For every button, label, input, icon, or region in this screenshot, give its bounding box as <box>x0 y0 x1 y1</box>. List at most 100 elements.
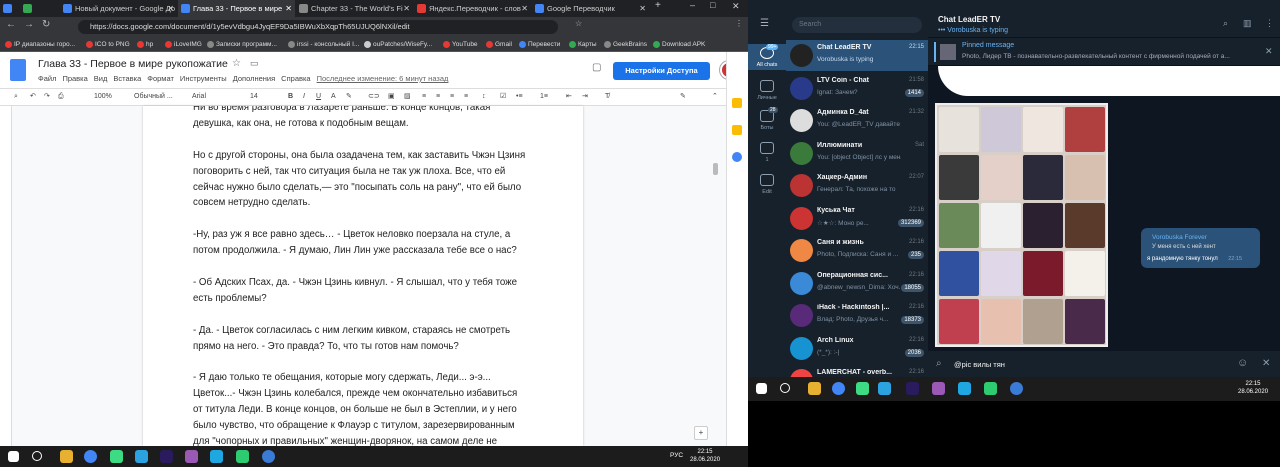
last-edit-link[interactable]: Последнее изменение: 6 минут назад <box>317 74 449 83</box>
justify-icon[interactable]: ≡ <box>464 89 468 105</box>
document-title[interactable]: Глава 33 - Первое в мире рукопожатие <box>38 58 228 70</box>
tab-0[interactable] <box>0 0 20 17</box>
bookmark-3[interactable]: iLoveIMG <box>164 37 202 52</box>
search-icon[interactable] <box>780 383 790 393</box>
edit-mode-icon[interactable]: ✎ <box>680 89 686 105</box>
telegram-icon[interactable] <box>878 382 891 395</box>
clock[interactable]: 22:15 28.06.2020 <box>690 448 720 464</box>
bookmark-7[interactable]: YouTube <box>442 37 478 52</box>
bookmark-11[interactable]: GeekBrains <box>603 37 647 52</box>
bookmark-5[interactable]: irssi - консольный I... <box>287 37 359 52</box>
inline-result-thumbnail[interactable] <box>981 203 1021 248</box>
chat-item[interactable]: Админка D_4at You: @LeadER_TV давайте ...… <box>786 105 928 136</box>
clear-format-icon[interactable]: T̸ <box>605 89 609 105</box>
explorer-icon[interactable] <box>60 450 73 463</box>
inline-result-thumbnail[interactable] <box>939 299 979 344</box>
inline-result-thumbnail[interactable] <box>1065 155 1105 200</box>
keep-icon[interactable] <box>732 125 742 135</box>
italic-icon[interactable]: I <box>303 89 305 105</box>
comment-icon[interactable]: ▢ <box>592 62 601 73</box>
bookmark-0[interactable]: IP диапазоны горо... <box>4 37 75 52</box>
align-left-icon[interactable]: ≡ <box>422 89 426 105</box>
inline-result-thumbnail[interactable] <box>1023 299 1063 344</box>
app-icon[interactable] <box>185 450 198 463</box>
bookmark-10[interactable]: Карты <box>568 37 597 52</box>
windows-start-icon[interactable] <box>756 383 767 394</box>
zoom-select[interactable]: 100% <box>94 89 112 105</box>
photo-message[interactable] <box>938 66 1280 96</box>
collapse-icon[interactable]: ⌃ <box>712 89 718 105</box>
app-icon[interactable] <box>1010 382 1023 395</box>
app-icon[interactable] <box>236 450 249 463</box>
text-color-icon[interactable]: A <box>331 89 336 105</box>
premiere-icon[interactable] <box>160 450 173 463</box>
bookmark-12[interactable]: Download APK <box>652 37 705 52</box>
maximize-button[interactable]: □ <box>710 0 715 10</box>
app-icon[interactable] <box>262 450 275 463</box>
chrome-icon[interactable] <box>84 450 97 463</box>
tab-4[interactable]: Chapter 33 - The World's Fi ✕ <box>296 0 413 17</box>
bold-icon[interactable]: B <box>288 89 293 105</box>
app-icon[interactable] <box>958 382 971 395</box>
numbered-list-icon[interactable]: 1≡ <box>540 89 548 105</box>
tab-3[interactable]: Глава 33 - Первое в мире ✕ <box>178 0 295 17</box>
align-right-icon[interactable]: ≡ <box>450 89 454 105</box>
search-icon[interactable] <box>32 451 42 461</box>
app-icon[interactable] <box>984 382 997 395</box>
indent-decrease-icon[interactable]: ⇤ <box>566 89 572 105</box>
chat-title[interactable]: Chat LeadER TV <box>938 15 1000 24</box>
inline-result-thumbnail[interactable] <box>1023 155 1063 200</box>
bookmark-2[interactable]: hp <box>136 37 153 52</box>
folder-icon[interactable]: ▭ <box>250 58 259 69</box>
menu-help[interactable]: Справка <box>281 74 310 83</box>
inline-result-thumbnail[interactable] <box>1065 299 1105 344</box>
folder-personal[interactable]: Личные <box>748 80 786 101</box>
close-icon[interactable]: ✕ <box>285 0 292 17</box>
close-icon[interactable]: ✕ <box>1262 358 1270 369</box>
bookmark-4[interactable]: Записки программ... <box>206 37 277 52</box>
scrollbar-thumb[interactable] <box>713 163 718 175</box>
menu-view[interactable]: Вид <box>94 74 108 83</box>
highlight-icon[interactable]: ✎ <box>346 89 352 105</box>
bookmark-6[interactable]: ouPatches/WiseFy... <box>363 37 432 52</box>
inline-result-thumbnail[interactable] <box>981 155 1021 200</box>
inline-result-thumbnail[interactable] <box>1065 251 1105 296</box>
tasks-icon[interactable] <box>732 152 742 162</box>
inline-result-thumbnail[interactable] <box>1023 107 1063 152</box>
inline-result-thumbnail[interactable] <box>1023 203 1063 248</box>
minimize-button[interactable]: – <box>690 0 695 10</box>
chat-item[interactable]: LTV Coin - Chat Ignat: Зачем? 21:58 1414 <box>786 73 928 104</box>
inline-result-thumbnail[interactable] <box>981 251 1021 296</box>
menu-addons[interactable]: Дополнения <box>233 74 275 83</box>
bookmark-8[interactable]: Gmail <box>485 37 512 52</box>
close-icon[interactable]: ✕ <box>167 0 174 17</box>
inline-result-thumbnail[interactable] <box>1065 203 1105 248</box>
print-icon[interactable]: ⎙ <box>58 89 64 105</box>
app-icon[interactable] <box>932 382 945 395</box>
menu-tools[interactable]: Инструменты <box>180 74 227 83</box>
search-menus-icon[interactable]: ⌕ <box>14 89 18 105</box>
sidebar-toggle-icon[interactable]: ▥ <box>1243 18 1252 29</box>
inline-result-thumbnail[interactable] <box>1065 107 1105 152</box>
menu-edit[interactable]: Правка <box>62 74 87 83</box>
document-body[interactable]: Ни во время разговора в Лазарете раньше.… <box>193 106 528 446</box>
inline-result-thumbnail[interactable] <box>939 107 979 152</box>
explore-button[interactable]: + <box>694 426 708 440</box>
chat-item[interactable]: Иллюминати You: [object Object] лс у меня… <box>786 138 928 169</box>
align-center-icon[interactable]: ≡ <box>436 89 440 105</box>
close-icon[interactable]: ✕ <box>1265 46 1273 57</box>
calendar-icon[interactable] <box>732 98 742 108</box>
inline-result-thumbnail[interactable] <box>981 299 1021 344</box>
bullet-list-icon[interactable]: •≡ <box>516 89 523 105</box>
docs-logo-icon[interactable] <box>10 59 26 81</box>
star-icon[interactable]: ☆ <box>575 19 582 28</box>
clock[interactable]: 22:15 28.06.2020 <box>1238 380 1268 396</box>
folder-bots[interactable]: Боты 28 <box>748 107 786 131</box>
menu-icon[interactable]: ⋮ <box>735 19 743 28</box>
inline-result-thumbnail[interactable] <box>939 203 979 248</box>
link-icon[interactable]: ⊂⊃ <box>368 89 380 105</box>
folder-all-chats[interactable]: All chats 99+ <box>748 44 786 70</box>
close-icon[interactable]: ✕ <box>521 0 528 17</box>
app-icon[interactable] <box>210 450 223 463</box>
chat-item[interactable]: LAMERCHAT - overb... 22:16 <box>786 365 928 377</box>
